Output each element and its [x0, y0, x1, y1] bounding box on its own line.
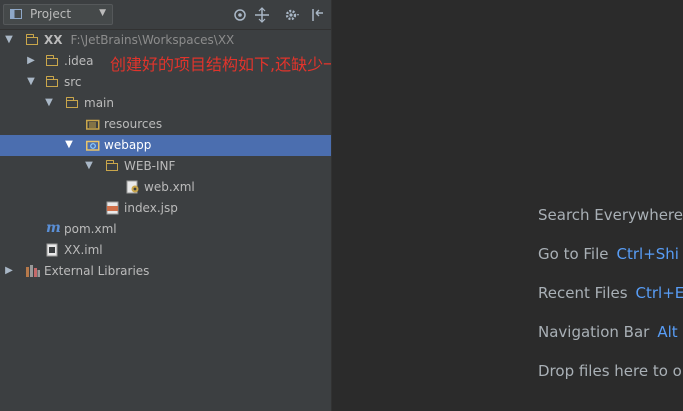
- expand-arrow-icon[interactable]: ▼: [25, 76, 37, 87]
- annotation-text: 创建好的项目结构如下,还缺少一些文件夹,我们手动创建: [110, 55, 331, 74]
- hint-shortcut: Alt: [657, 323, 678, 341]
- project-icon: [10, 9, 22, 19]
- project-view-dropdown[interactable]: Project ▼: [3, 4, 113, 25]
- expand-arrow-icon[interactable]: ▼: [63, 139, 75, 150]
- collapse-all-icon[interactable]: [254, 7, 270, 23]
- expand-arrow-icon[interactable]: ▼: [3, 34, 15, 45]
- expand-arrow-icon[interactable]: ▼: [83, 160, 95, 171]
- resources-folder-icon: [86, 119, 100, 130]
- tree-row-label: index.jsp: [124, 201, 178, 215]
- project-tool-window: Project ▼ ▼ XX F:\JetBrains\Workspaces\XX: [0, 0, 331, 411]
- settings-icon[interactable]: [284, 7, 300, 23]
- tree-row-index-jsp[interactable]: index.jsp: [0, 198, 331, 219]
- tree-row-label: src: [64, 75, 82, 89]
- hint-label: Recent Files: [538, 284, 628, 302]
- folder-icon: [66, 97, 80, 109]
- expand-arrow-icon[interactable]: ▼: [43, 97, 55, 108]
- tree-row-iml[interactable]: XX.iml: [0, 240, 331, 261]
- hint-search-everywhere: Search Everywhere: [538, 206, 683, 224]
- xml-file-icon: [126, 180, 139, 194]
- web-folder-icon: [86, 140, 100, 151]
- folder-icon: [46, 55, 60, 67]
- hint-shortcut: Ctrl+E: [635, 284, 683, 302]
- tree-row-label: pom.xml: [64, 222, 117, 236]
- tree-row-web-inf[interactable]: ▼ WEB-INF: [0, 156, 331, 177]
- folder-icon: [106, 160, 120, 172]
- hint-shortcut: Ctrl+Shi: [616, 245, 679, 263]
- tree-row-label: XX.iml: [64, 243, 103, 257]
- tree-row-src[interactable]: ▼ src: [0, 72, 331, 93]
- chevron-down-icon: ▼: [99, 8, 106, 18]
- hint-go-to-file: Go to File Ctrl+Shi: [538, 245, 679, 263]
- project-path: F:\JetBrains\Workspaces\XX: [70, 33, 235, 47]
- project-view-label: Project: [30, 7, 72, 21]
- tree-row-webapp[interactable]: ▼ webapp: [0, 135, 331, 156]
- maven-icon: m: [46, 220, 61, 236]
- folder-icon: [46, 76, 60, 88]
- tree-row-web-xml[interactable]: web.xml: [0, 177, 331, 198]
- hint-label: Search Everywhere: [538, 206, 683, 224]
- locate-icon[interactable]: [232, 7, 248, 23]
- hint-navigation-bar: Navigation Bar Alt: [538, 323, 678, 341]
- iml-file-icon: [46, 243, 58, 257]
- hint-label: Go to File: [538, 245, 609, 263]
- tree-row-external-libraries[interactable]: ▶ External Libraries: [0, 261, 331, 282]
- tree-row-resources[interactable]: resources: [0, 114, 331, 135]
- tree-row-label: resources: [104, 117, 163, 131]
- editor-empty-area: Search Everywhere Go to File Ctrl+Shi Rec…: [332, 0, 683, 411]
- project-toolbar: Project ▼: [0, 0, 331, 30]
- tree-row-label: webapp: [104, 138, 152, 152]
- libraries-icon: [26, 265, 40, 277]
- tree-row-pom-xml[interactable]: m pom.xml: [0, 219, 331, 240]
- hide-icon[interactable]: [310, 7, 326, 23]
- tree-row-label: XX F:\JetBrains\Workspaces\XX: [44, 33, 234, 47]
- tree-row-label: External Libraries: [44, 264, 150, 278]
- tree-row-label: main: [84, 96, 114, 110]
- collapsed-arrow-icon[interactable]: ▶: [3, 265, 15, 276]
- tree-row-label: web.xml: [144, 180, 195, 194]
- hint-recent-files: Recent Files Ctrl+E: [538, 284, 683, 302]
- tree-row-project-root[interactable]: ▼ XX F:\JetBrains\Workspaces\XX: [0, 30, 331, 51]
- hint-label: Navigation Bar: [538, 323, 650, 341]
- project-name: XX: [44, 33, 63, 47]
- tree-row-main[interactable]: ▼ main: [0, 93, 331, 114]
- hint-drop-files: Drop files here to o: [538, 362, 682, 380]
- tree-row-label: WEB-INF: [124, 159, 176, 173]
- tree-row-label: .idea: [64, 54, 94, 68]
- jsp-file-icon: [106, 201, 119, 215]
- collapsed-arrow-icon[interactable]: ▶: [25, 55, 37, 66]
- hint-label: Drop files here to o: [538, 362, 682, 380]
- module-folder-icon: [26, 34, 40, 46]
